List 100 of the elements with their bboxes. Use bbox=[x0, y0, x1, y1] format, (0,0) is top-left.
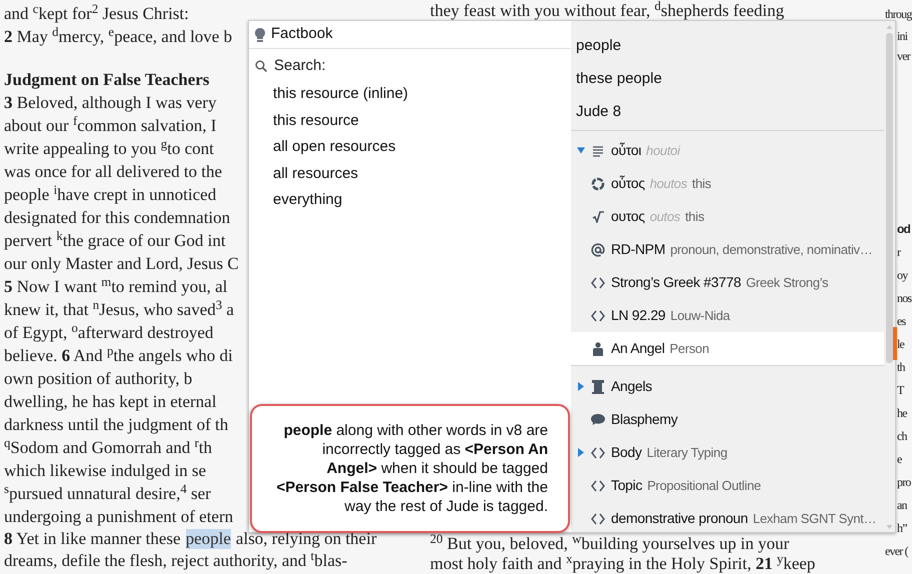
verse-line: ever ( bbox=[885, 543, 908, 560]
marker-bar bbox=[893, 327, 897, 360]
lightbulb-icon bbox=[255, 28, 265, 42]
code-brackets-icon bbox=[591, 480, 605, 492]
entry-row[interactable]: ουτος outos this bbox=[571, 200, 884, 233]
verse-line: he bbox=[897, 405, 907, 422]
verse-line: 5 Now I want $^{m}$to remind you, al bbox=[4, 275, 228, 298]
code-brackets-icon bbox=[591, 446, 605, 458]
verse-line: designated for this condemnation bbox=[4, 207, 230, 229]
search-option[interactable]: all open resources bbox=[249, 134, 571, 160]
entry-row[interactable]: οὗτοι houtoi bbox=[571, 134, 884, 167]
entry-label: Strong’s Greek #3778 bbox=[611, 273, 741, 292]
entry-label: LN 92.29 bbox=[611, 306, 666, 325]
verse-line: ver bbox=[897, 48, 910, 65]
search-option[interactable]: all resources bbox=[249, 160, 571, 187]
verse-line: they feast with you without fear, $^{d}$shepherds feeding bbox=[430, 0, 784, 20]
verse-line: pro bbox=[897, 474, 911, 491]
entry-gloss: Literary Typing bbox=[646, 444, 728, 462]
entry-label: Topic bbox=[611, 476, 642, 495]
verse-line: of Egypt, $^{o}$afterward destroyed bbox=[4, 321, 214, 344]
ring-icon bbox=[591, 176, 605, 190]
right-triangle-icon[interactable] bbox=[578, 448, 584, 457]
transliteration: houtoi bbox=[646, 142, 680, 160]
transliteration: outos bbox=[650, 208, 680, 226]
verse-line: le bbox=[897, 336, 904, 353]
entry-label: Body bbox=[611, 443, 642, 462]
code-brackets-icon bbox=[591, 512, 605, 524]
entry-label: οὗτοι bbox=[611, 141, 642, 160]
search-option[interactable]: everything bbox=[249, 187, 571, 214]
verse-line: throug bbox=[885, 6, 912, 23]
entry-label: Blasphemy bbox=[611, 410, 678, 429]
entry-row[interactable]: οὗτος houtos this bbox=[571, 167, 884, 200]
verse-line: h” bbox=[897, 520, 907, 537]
verse-line: about our $^{f}$common salvation, I bbox=[4, 114, 216, 137]
search-label: Search: bbox=[274, 56, 326, 76]
verse-line: ch bbox=[897, 428, 907, 445]
verse-line: which likewise indulged in se bbox=[4, 460, 206, 482]
verse-line: dwelling, he has kept in eternal bbox=[4, 391, 216, 413]
entry-gloss: Lexham SGNT Synt… bbox=[752, 510, 876, 528]
verse-line: nos bbox=[897, 290, 912, 307]
verse-line: our only Master and Lord, Jesus C bbox=[4, 253, 239, 275]
verse-line: write appealing to you $^{g}$to cont bbox=[4, 137, 214, 160]
entry-label: ουτος bbox=[611, 207, 645, 226]
entry-row[interactable]: Strong’s Greek #3778 Greek Strong’s bbox=[571, 266, 884, 299]
down-triangle-icon[interactable] bbox=[577, 147, 585, 154]
panel-title: Factbook bbox=[271, 24, 333, 44]
entry-gloss: this bbox=[685, 208, 704, 226]
entry-row[interactable]: An Angel Person bbox=[571, 332, 884, 365]
verse-line: and $^{c}$kept for$^{2}$ Jesus Christ: bbox=[4, 2, 189, 25]
search-icon bbox=[255, 60, 267, 72]
verse-line: also, relying on their bbox=[236, 529, 377, 549]
verse-line: 3 Beloved, although I was very bbox=[4, 92, 216, 114]
term-item[interactable]: people bbox=[571, 29, 884, 62]
search-option[interactable]: this resource (inline) bbox=[249, 81, 571, 108]
entry-gloss: this bbox=[692, 174, 712, 193]
verse-line: own position of authority, b bbox=[4, 368, 192, 390]
entry-gloss: Propositional Outline bbox=[647, 476, 761, 495]
entry-row[interactable]: LN 92.29 Louw-Nida bbox=[571, 299, 884, 332]
section-heading: od bbox=[897, 221, 910, 238]
verse-line: T bbox=[897, 382, 904, 399]
verse-line: r bbox=[897, 244, 900, 261]
person-icon bbox=[592, 342, 604, 356]
term-item[interactable]: Jude 8 bbox=[571, 95, 884, 128]
entry-row[interactable]: Body Literary Typing bbox=[571, 436, 884, 469]
verse-line: believe. 6 And $^{p}$the angels who di bbox=[4, 344, 233, 367]
verse-line: $^{20}$ But you, beloved, $^{w}$building yourselves up in your bbox=[430, 534, 790, 554]
verse-line: $^{q}$Sodom and Gomorrah and $^{r}$th bbox=[4, 436, 212, 459]
callout-text: people along with other words in v8 are incorrectly tagged as <Person An Angel> when it should be tagged <Person False Teacher> in-line with the way the rest of Jude is tagged. bbox=[275, 421, 548, 516]
highlighted-word[interactable]: people bbox=[186, 529, 231, 549]
verse-line: pervert $^{k}$the grace of our God int bbox=[4, 229, 226, 252]
entry-row[interactable]: RD-NPM pronoun, demonstrative, nominativ… bbox=[571, 233, 884, 266]
entry-gloss: Person bbox=[670, 340, 710, 358]
verse-line: th bbox=[897, 359, 905, 376]
entry-label: An Angel bbox=[611, 339, 665, 358]
verse-line: oy bbox=[897, 267, 908, 284]
at-sign-icon bbox=[591, 242, 605, 256]
verse-line: knew it, that $^{n}$Jesus, who saved$^{3}$ a bbox=[4, 298, 234, 321]
right-triangle-icon[interactable] bbox=[578, 382, 584, 391]
entry-label: Angels bbox=[611, 377, 652, 396]
verse-line: dreams, defile the flesh, reject authority, and $^{t}$blas- bbox=[4, 549, 348, 572]
lines-icon bbox=[592, 144, 604, 156]
entry-gloss: Greek Strong’s bbox=[746, 274, 828, 292]
verse-line: e bbox=[897, 451, 902, 468]
verse-line: most holy faith and $^{x}$praying in the Holy Spirit, 21 $^{y}$keep bbox=[430, 554, 816, 574]
section-heading: Judgment on False Teachers bbox=[4, 69, 210, 91]
pillar-icon bbox=[592, 380, 604, 394]
entry-row[interactable]: Angels bbox=[571, 370, 884, 403]
search-option[interactable]: this resource bbox=[249, 108, 571, 134]
verse-line: undergoing a punishment of etern bbox=[4, 506, 234, 528]
entry-row[interactable]: demonstrative pronoun Lexham SGNT Synt… bbox=[571, 502, 884, 532]
entry-row[interactable]: Topic Propositional Outline bbox=[571, 469, 884, 502]
entry-label: οὗτος bbox=[611, 174, 645, 193]
term-item[interactable]: these people bbox=[571, 62, 884, 95]
verse-line: people $^{i}$have crept in unnoticed bbox=[4, 183, 216, 206]
verse-line: was once for all delivered to the bbox=[4, 161, 222, 183]
transliteration: houtos bbox=[650, 174, 688, 193]
entry-gloss: pronoun, demonstrative, nominativ… bbox=[670, 240, 872, 259]
entry-row[interactable]: Blasphemy bbox=[571, 403, 884, 436]
verse-line: 2 May $^{d}$mercy, $^{e}$peace, and love b bbox=[4, 25, 232, 48]
speech-bubble-icon bbox=[590, 413, 606, 426]
